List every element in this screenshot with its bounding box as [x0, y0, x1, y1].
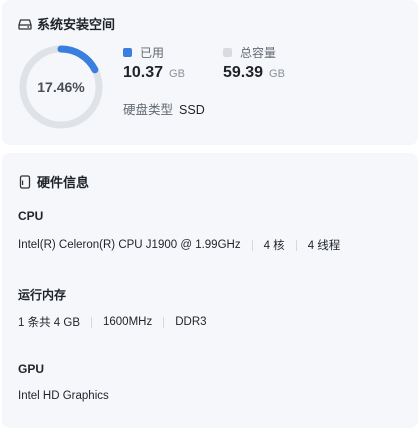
gpu-details: Intel HD Graphics	[18, 390, 109, 402]
used-unit: GB	[169, 68, 185, 80]
storage-title: 系统安装空间	[37, 17, 116, 32]
disk-type-label: 硬盘类型	[123, 103, 174, 117]
cpu-details: Intel(R) Celeron(R) CPU J1900 @ 1.99GHz …	[18, 237, 340, 253]
hardware-header: 硬件信息	[18, 172, 89, 191]
memory-type: DDR3	[175, 316, 207, 328]
total-stat: 总容量 59.39 GB	[223, 44, 285, 82]
phone-icon	[18, 174, 32, 189]
disk-type-value: SSD	[179, 103, 205, 117]
total-value: 59.39	[223, 64, 264, 81]
memory-frequency: 1600MHz	[103, 316, 153, 328]
storage-header: 系统安装空间	[18, 14, 115, 33]
storage-card: 系统安装空间 17.46% 已用 10.37 GB 总容量 59.39 GB 硬…	[2, 0, 418, 145]
gpu-model: Intel HD Graphics	[18, 390, 109, 402]
used-value: 10.37	[123, 64, 164, 81]
memory-label: 运行内存	[18, 288, 67, 302]
divider	[163, 316, 165, 328]
divider	[91, 316, 92, 328]
divider	[295, 239, 297, 251]
disk-icon	[18, 17, 32, 31]
used-label: 已用	[140, 45, 165, 60]
usage-donut: 17.46%	[18, 44, 104, 130]
cpu-threads: 4 线程	[307, 240, 341, 252]
hardware-card: 硬件信息 CPU Intel(R) Celeron(R) CPU J1900 @…	[2, 153, 418, 428]
divider	[251, 239, 253, 251]
used-stat: 已用 10.37 GB	[123, 44, 185, 82]
memory-size: 1 条共 4 GB	[18, 317, 80, 329]
disk-type: 硬盘类型 SSD	[123, 99, 205, 118]
cpu-model: Intel(R) Celeron(R) CPU J1900 @ 1.99GHz	[18, 239, 241, 251]
total-unit: GB	[269, 68, 285, 80]
memory-details: 1 条共 4 GB 1600MHz DDR3	[18, 314, 207, 330]
used-legend-swatch	[123, 47, 132, 57]
hardware-title: 硬件信息	[37, 175, 90, 190]
gpu-label: GPU	[18, 362, 45, 376]
usage-percent: 17.46%	[37, 79, 85, 95]
cpu-label: CPU	[18, 209, 44, 223]
total-label: 总容量	[240, 45, 277, 60]
total-legend-swatch	[223, 47, 232, 57]
cpu-cores: 4 核	[263, 240, 285, 252]
